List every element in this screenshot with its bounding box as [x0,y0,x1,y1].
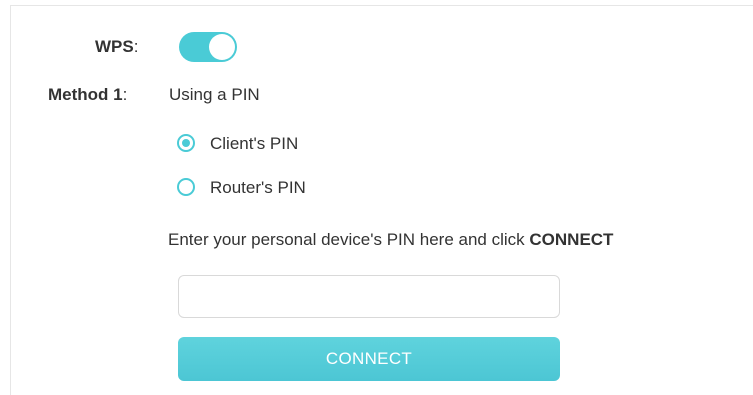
method1-value: Using a PIN [169,85,260,104]
wps-label: WPS: [95,37,139,56]
pin-input[interactable] [178,275,560,318]
clients-pin-label[interactable]: Client's PIN [210,134,298,154]
radio-selected-dot [182,139,190,147]
method1-label: Method 1: [48,85,128,104]
connect-button[interactable]: CONNECT [178,337,560,381]
routers-pin-label[interactable]: Router's PIN [210,178,306,198]
wps-toggle[interactable] [179,32,237,62]
pin-instruction: Enter your personal device's PIN here an… [168,230,614,249]
radio-routers-pin[interactable] [177,178,195,196]
radio-clients-pin[interactable] [177,134,195,152]
toggle-knob [209,34,235,60]
wps-settings-panel: WPS: Method 1: Using a PIN Client's PIN … [10,5,753,395]
